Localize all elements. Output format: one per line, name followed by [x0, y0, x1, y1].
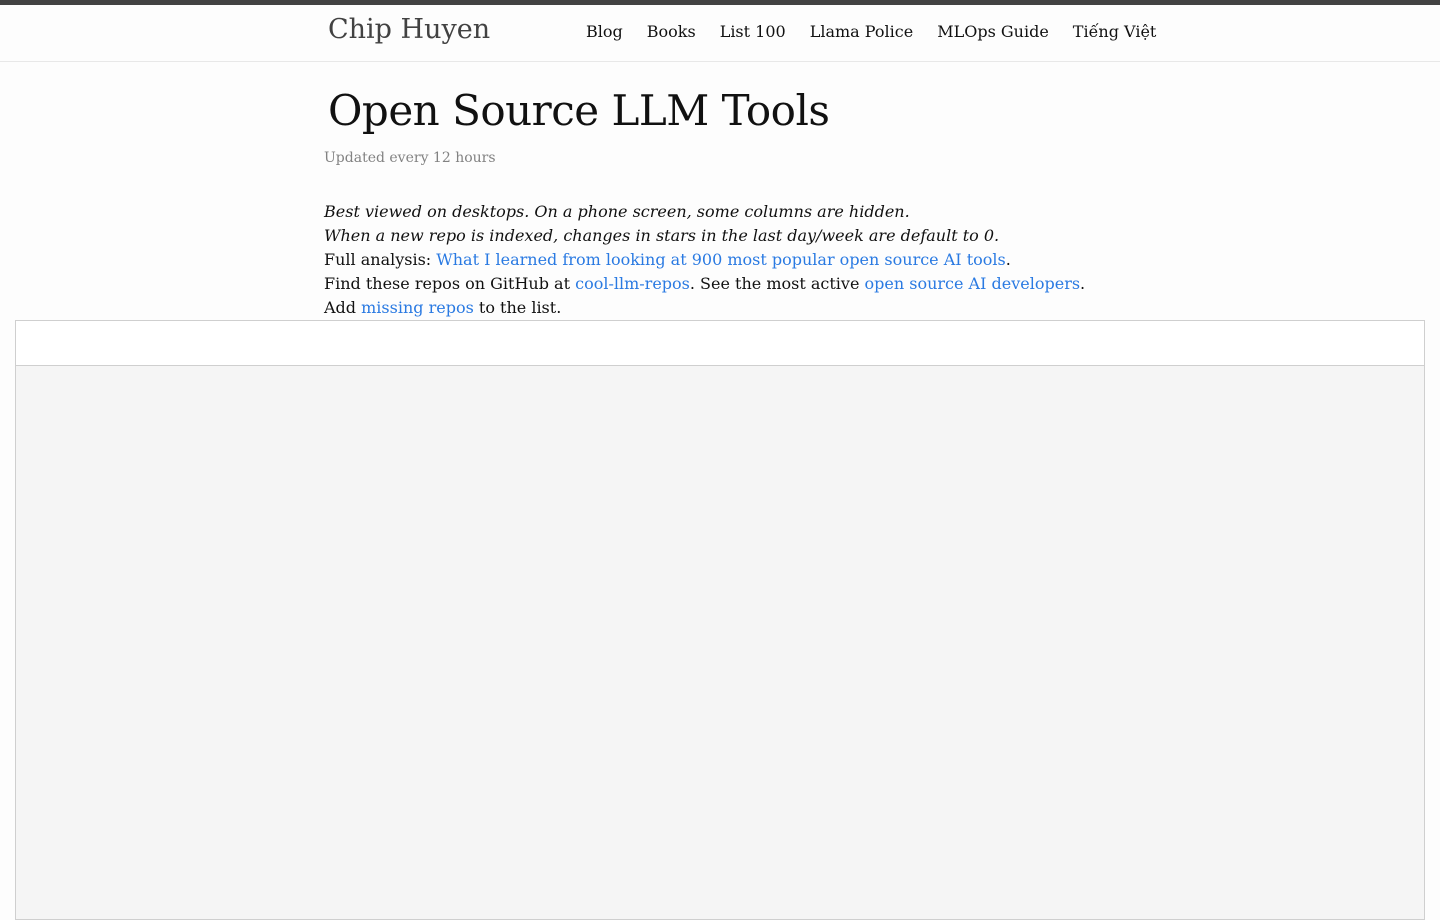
analysis-prefix: Full analysis: — [324, 250, 437, 269]
site-header: Chip Huyen Blog Books List 100 Llama Pol… — [0, 5, 1440, 62]
github-prefix: Find these repos on GitHub at — [324, 274, 576, 293]
nav-link-tieng-viet[interactable]: Tiếng Việt — [1073, 22, 1157, 41]
intro-line-missing-repos: Add missing repos to the list. — [324, 296, 1085, 320]
page-title: Open Source LLM Tools — [328, 86, 830, 135]
intro-text: Best viewed on desktops. On a phone scre… — [324, 200, 1085, 320]
nav-link-llama-police[interactable]: Llama Police — [810, 22, 914, 41]
repo-table-toolbar — [16, 321, 1424, 366]
analysis-suffix: . — [1005, 250, 1011, 269]
nav-link-blog[interactable]: Blog — [586, 22, 623, 41]
desktop-note-text: Best viewed on desktops. On a phone scre… — [324, 202, 910, 221]
missing-suffix: to the list. — [473, 298, 562, 317]
intro-line-analysis: Full analysis: What I learned from looki… — [324, 248, 1085, 272]
nav-link-mlops-guide[interactable]: MLOps Guide — [937, 22, 1049, 41]
missing-repos-link[interactable]: missing repos — [361, 298, 474, 317]
intro-line-stars-note: When a new repo is indexed, changes in s… — [324, 224, 1085, 248]
site-nav: Blog Books List 100 Llama Police MLOps G… — [586, 22, 1156, 41]
intro-line-desktop-note: Best viewed on desktops. On a phone scre… — [324, 200, 1085, 224]
missing-prefix: Add — [324, 298, 362, 317]
github-suffix: . — [1080, 274, 1086, 293]
github-middle: . See the most active — [689, 274, 865, 293]
stars-note-text: When a new repo is indexed, changes in s… — [324, 226, 1000, 245]
analysis-link[interactable]: What I learned from looking at 900 most … — [436, 250, 1005, 269]
site-title-link[interactable]: Chip Huyen — [328, 14, 490, 45]
updated-note: Updated every 12 hours — [324, 150, 496, 166]
repo-table-frame — [15, 320, 1425, 920]
repo-table-body[interactable] — [16, 366, 1424, 919]
intro-line-github: Find these repos on GitHub at cool-llm-r… — [324, 272, 1085, 296]
cool-llm-repos-link[interactable]: cool-llm-repos — [575, 274, 690, 293]
nav-link-books[interactable]: Books — [647, 22, 696, 41]
ai-developers-link[interactable]: open source AI developers — [865, 274, 1081, 293]
nav-link-list-100[interactable]: List 100 — [720, 22, 786, 41]
